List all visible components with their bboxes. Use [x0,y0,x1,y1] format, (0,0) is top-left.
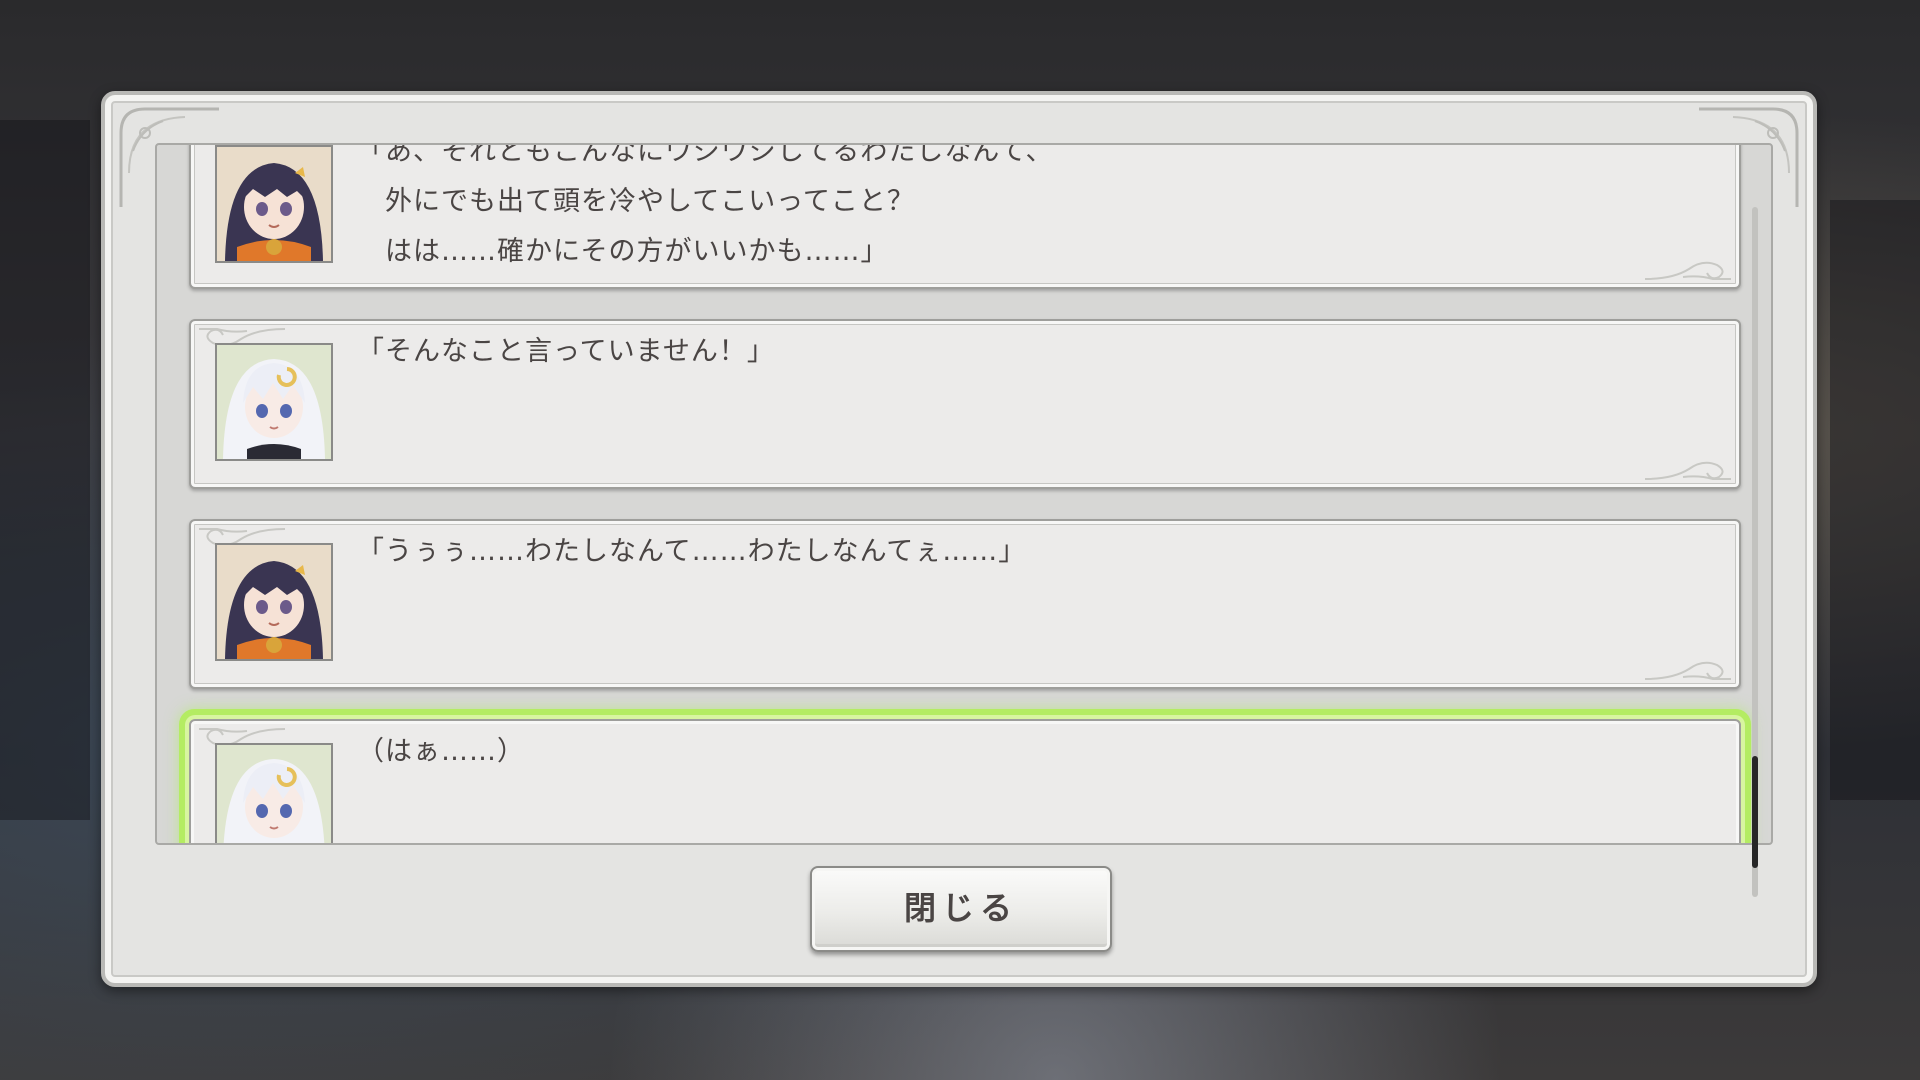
background-shelf-left [0,120,90,820]
dark-haired-girl-portrait-icon [215,543,333,661]
log-entry-text: 「あ、それともこんなにウジウジしてるわたしなんて、 外にでも出て頭を冷やしてこい… [357,143,1054,267]
log-entry: 「うぅぅ……わたしなんて……わたしなんてぇ……」 [189,519,1741,689]
flourish-ornament-icon [1644,461,1731,480]
dark-haired-girl-portrait-icon [215,145,333,263]
close-button[interactable]: 閉じる [810,866,1112,952]
log-scrollbar[interactable] [1752,207,1758,897]
background-shelf-right [1830,200,1920,800]
log-entry-current: （はぁ……） [189,719,1741,843]
close-button-label: 閉じる [903,889,1018,927]
log-entry-text: 「うぅぅ……わたしなんて……わたしなんてぇ……」 [357,536,1027,567]
log-scrollbar-thumb[interactable] [1752,756,1758,868]
message-log-dialog: 「あ、それともこんなにウジウジしてるわたしなんて、 外にでも出て頭を冷やしてこい… [101,91,1817,987]
white-haired-girl-portrait-icon [215,743,333,843]
white-haired-girl-portrait-icon [215,343,333,461]
log-entry: 「そんなこと言っていません！」 [189,319,1741,489]
log-entry: 「あ、それともこんなにウジウジしてるわたしなんて、 外にでも出て頭を冷やしてこい… [189,143,1741,289]
log-entry-text: 「そんなこと言っていません！」 [357,336,775,367]
log-entry-text: （はぁ……） [357,736,525,767]
flourish-ornament-icon [1644,261,1731,280]
flourish-ornament-icon [1644,661,1731,680]
message-log-list[interactable]: 「あ、それともこんなにウジウジしてるわたしなんて、 外にでも出て頭を冷やしてこい… [155,143,1773,845]
